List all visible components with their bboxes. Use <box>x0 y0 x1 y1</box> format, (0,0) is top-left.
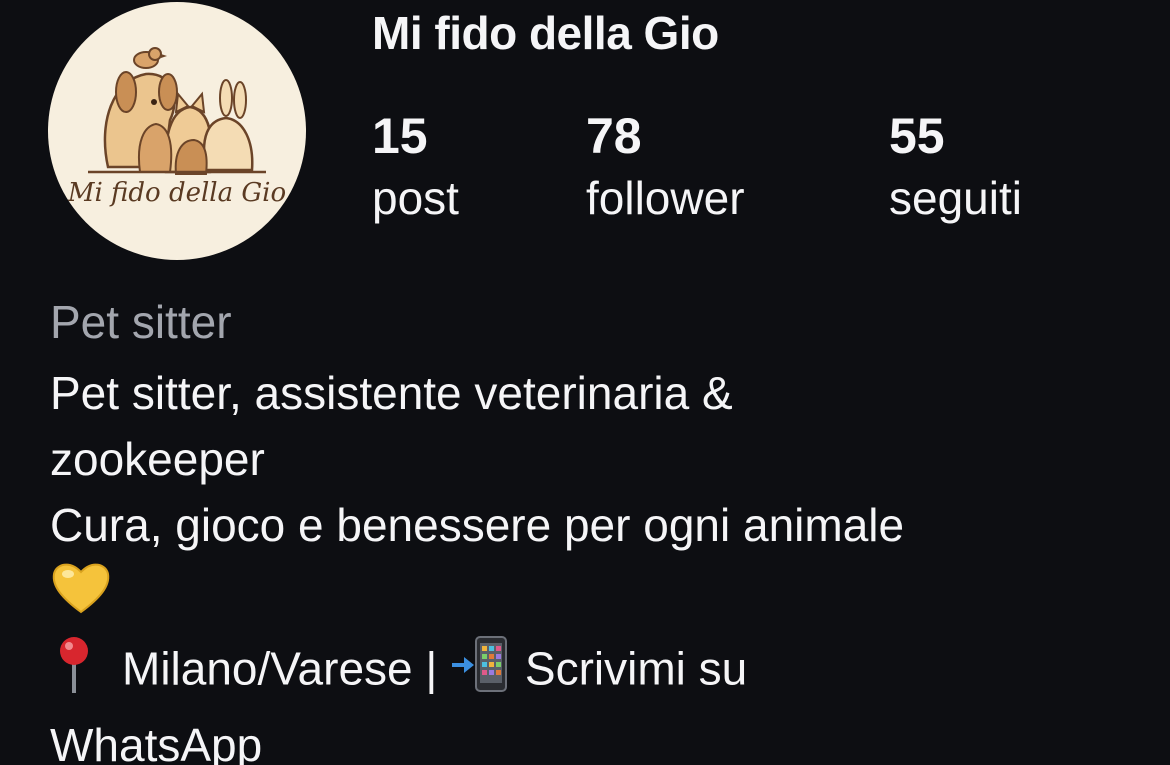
bio-line: zookeeper <box>50 433 265 485</box>
round-pushpin-icon <box>50 633 100 712</box>
bio-line: Cura, gioco e benessere per ogni animale <box>50 499 905 551</box>
followers-count-label: follower <box>586 172 745 224</box>
followers-count[interactable]: 78 follower <box>586 104 745 228</box>
avatar-logo-text: Mi fido della Gio <box>67 178 287 208</box>
whatsapp-contact-link-continued[interactable]: WhatsApp <box>50 712 1130 765</box>
following-count-value: 55 <box>889 108 945 164</box>
bio-location-line: Milano/Varese | Scrivimi su <box>50 633 1130 712</box>
posts-count[interactable]: 15 post <box>372 104 459 228</box>
mobile-phone-arrow-icon <box>450 633 512 712</box>
profile-category: Pet sitter <box>50 296 232 348</box>
profile-username: Mi fido della Gio <box>372 7 719 59</box>
profile-avatar[interactable]: Mi fido della Gio <box>48 2 306 260</box>
pets-logo-illustration <box>88 47 266 175</box>
whatsapp-contact-link[interactable]: Scrivimi su <box>525 643 747 695</box>
yellow-heart-icon <box>50 558 112 633</box>
followers-count-value: 78 <box>586 108 642 164</box>
following-count[interactable]: 55 seguiti <box>889 104 1022 228</box>
bio-emoji-line <box>50 558 1130 633</box>
posts-count-label: post <box>372 172 459 224</box>
location-text: Milano/Varese | <box>122 642 438 695</box>
following-count-label: seguiti <box>889 172 1022 224</box>
bio-line: Pet sitter, assistente veterinaria & <box>50 367 733 419</box>
posts-count-value: 15 <box>372 108 428 164</box>
profile-bio: Pet sitter, assistente veterinaria & zoo… <box>50 360 1130 765</box>
